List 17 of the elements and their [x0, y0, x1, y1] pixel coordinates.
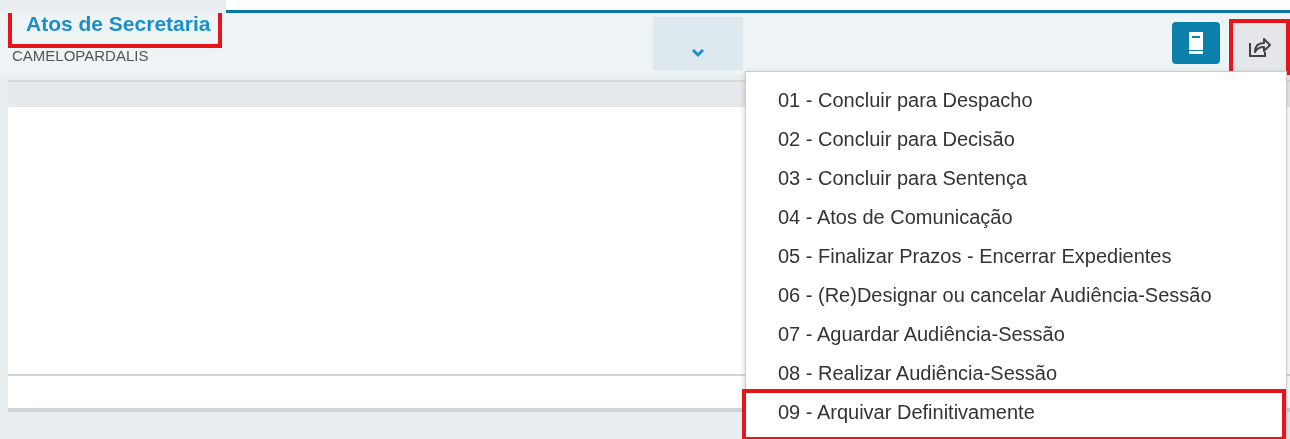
page-subtitle: CAMELOPARDALIS [11, 48, 150, 64]
menu-item[interactable]: 07 - Aguardar Audiência-Sessão [742, 311, 1286, 350]
menu-item[interactable]: 05 - Finalizar Prazos - Encerrar Expedientes [742, 233, 1286, 272]
book-icon [1186, 30, 1206, 56]
menu-item[interactable]: 01 - Concluir para Despacho [742, 77, 1286, 116]
dropdown-toggle[interactable] [653, 17, 743, 70]
menu-item[interactable]: 06 - (Re)Designar ou cancelar Audiência-Sessão [742, 272, 1286, 311]
menu-item[interactable]: 04 - Atos de Comunicação [742, 194, 1286, 233]
share-button[interactable] [1229, 19, 1290, 75]
menu-item[interactable]: 09 - Arquivar Definitivamente [742, 389, 1286, 439]
book-button[interactable] [1172, 22, 1220, 64]
menu-item[interactable]: 03 - Concluir para Sentença [742, 155, 1286, 194]
share-icon [1246, 35, 1273, 59]
menu-item[interactable]: 08 - Realizar Audiência-Sessão [742, 350, 1286, 389]
chevron-down-icon [691, 48, 705, 58]
menu-item[interactable]: 02 - Concluir para Decisão [742, 116, 1286, 155]
page-title: Atos de Secretaria [8, 13, 223, 48]
